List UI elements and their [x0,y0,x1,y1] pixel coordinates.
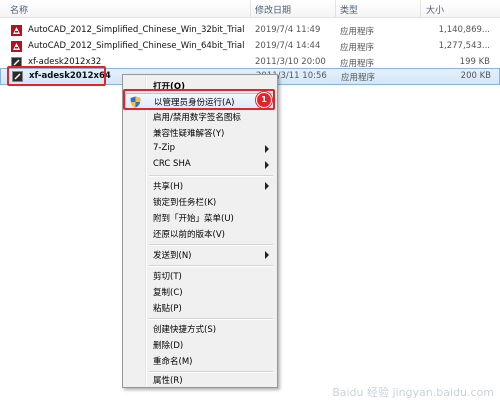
submenu-arrow-icon [265,251,269,259]
menu-item-rename[interactable]: 重命名(M) [125,353,275,369]
menu-label: 重命名(M) [153,357,193,367]
menu-separator [149,175,273,177]
file-size: 1,140,869... [438,25,490,35]
submenu-arrow-icon [265,182,269,190]
menu-item-properties[interactable]: 属性(R) [125,372,275,388]
menu-label: CRC SHA [153,159,191,169]
context-menu: 打开(O) 以管理员身份运行(A) 启用/禁用数字签名图标 兼容性疑难解答(Y)… [122,74,278,388]
menu-label: 共享(H) [153,182,184,192]
file-date: 2011/3/10 20:00 [255,57,326,67]
menu-label: 发送到(N) [153,251,192,261]
menu-label: 锁定到任务栏(K) [153,198,217,208]
menu-item-cut[interactable]: 剪切(T) [125,268,275,284]
column-header: 名称 修改日期 类型 大小 [0,0,500,18]
column-divider[interactable] [420,0,421,17]
menu-separator [149,265,273,267]
menu-label: 兼容性疑难解答(Y) [153,129,225,139]
submenu-arrow-icon [265,161,269,169]
column-divider[interactable] [250,0,251,17]
file-name: AutoCAD_2012_Simplified_Chinese_Win_64bi… [28,41,245,51]
menu-item-delete[interactable]: 删除(D) [125,337,275,353]
menu-label: 附到「开始」菜单(U) [153,214,234,224]
file-type: 应用程序 [340,27,375,37]
menu-item-share[interactable]: 共享(H) [125,178,275,194]
menu-label: 还原以前的版本(V) [153,230,225,240]
menu-label: 启用/禁用数字签名图标 [153,113,241,123]
file-type: 应用程序 [341,73,376,83]
menu-item-compat[interactable]: 兼容性疑难解答(Y) [125,125,275,141]
autocad-icon [11,41,22,52]
menu-label: 复制(C) [153,288,183,298]
column-type[interactable]: 类型 [340,3,358,16]
menu-label: 创建快捷方式(S) [153,325,217,335]
menu-item-send-to[interactable]: 发送到(N) [125,247,275,263]
menu-separator [149,318,273,320]
file-name: AutoCAD_2012_Simplified_Chinese_Win_32bi… [28,25,245,35]
menu-item-restore[interactable]: 还原以前的版本(V) [125,226,275,242]
file-type: 应用程序 [340,43,375,53]
file-size: 199 KB [459,57,490,67]
file-size: 200 KB [460,71,491,81]
menu-item-crc-sha[interactable]: CRC SHA [125,157,275,173]
file-row[interactable]: AutoCAD_2012_Simplified_Chinese_Win_32bi… [0,24,500,38]
menu-label: 粘贴(P) [153,304,182,314]
menu-item-7zip[interactable]: 7-Zip [125,141,275,157]
submenu-arrow-icon [265,145,269,153]
watermark: Baidu 经验 jingyan.baidu.com [332,386,494,399]
menu-label: 7-Zip [153,143,176,153]
menu-separator [149,244,273,246]
autocad-icon [11,25,22,36]
menu-item-paste[interactable]: 粘贴(P) [125,300,275,316]
file-date: 2019/7/4 14:44 [255,41,321,51]
highlight-box-run-as-admin [123,89,275,110]
column-name[interactable]: 名称 [10,3,28,16]
menu-item-copy[interactable]: 复制(C) [125,284,275,300]
file-row[interactable]: AutoCAD_2012_Simplified_Chinese_Win_64bi… [0,40,500,54]
file-size: 1,277,543... [438,41,490,51]
menu-item-pin-taskbar[interactable]: 锁定到任务栏(K) [125,194,275,210]
menu-item-pin-start[interactable]: 附到「开始」菜单(U) [125,210,275,226]
menu-label: 剪切(T) [153,272,182,282]
column-date[interactable]: 修改日期 [255,3,291,16]
file-date: 2019/7/4 11:49 [255,25,321,35]
menu-item-create-shortcut[interactable]: 创建快捷方式(S) [125,321,275,337]
menu-label: 属性(R) [153,376,183,386]
menu-item-signature[interactable]: 启用/禁用数字签名图标 [125,109,275,125]
column-divider[interactable] [335,0,336,17]
step-badge: 1 [256,92,272,108]
column-size[interactable]: 大小 [426,3,444,16]
menu-label: 删除(D) [153,341,184,351]
highlight-box-file [7,66,106,86]
